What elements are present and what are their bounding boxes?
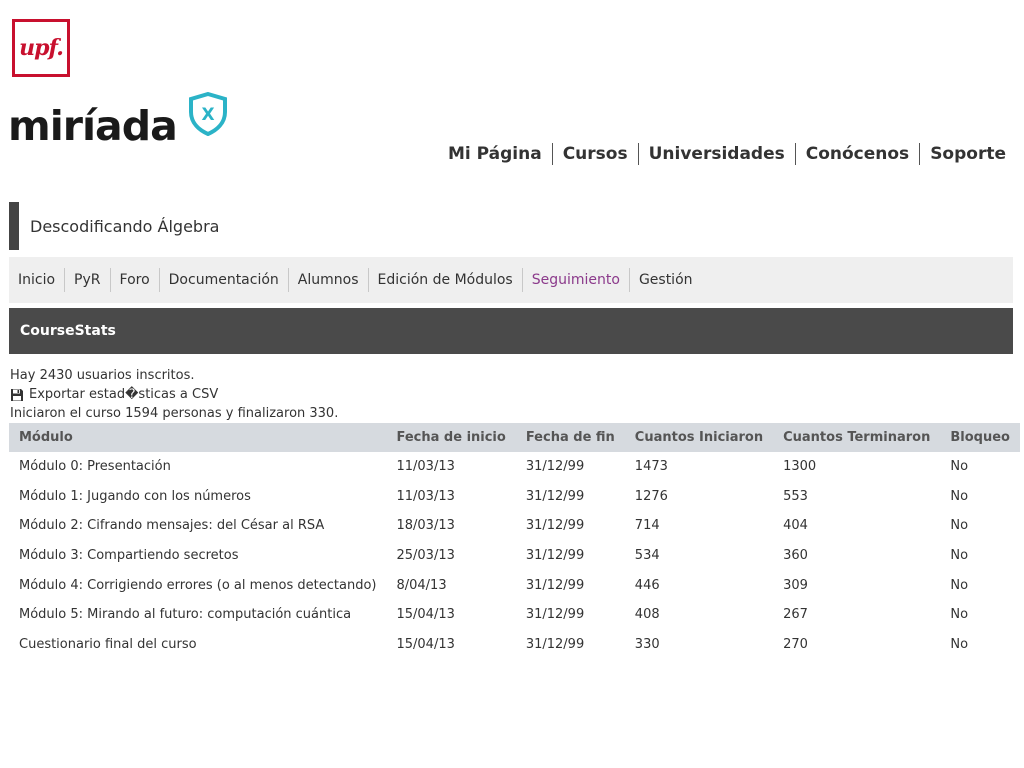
column-header-fecha-fin: Fecha de fin bbox=[515, 423, 625, 452]
cell-modulo: Módulo 1: Jugando con los números bbox=[19, 488, 251, 504]
table-row: Cuestionario final del curso 15/04/13 31… bbox=[9, 630, 1020, 660]
cell-fecha-fin: 31/12/99 bbox=[525, 459, 585, 475]
cell-fecha-fin: 31/12/99 bbox=[525, 607, 585, 623]
tab-foro[interactable]: Foro bbox=[111, 272, 159, 288]
module-stats-table: Módulo Fecha de inicio Fecha de fin Cuan… bbox=[9, 423, 1020, 659]
main-nav: Mi Página Cursos Universidades Conócenos… bbox=[438, 143, 1006, 165]
course-title: Descodificando Álgebra bbox=[9, 202, 219, 250]
table-row: Módulo 3: Compartiendo secretos 25/03/13… bbox=[9, 541, 1020, 571]
export-csv-link[interactable]: Exportar estad�sticas a CSV bbox=[29, 385, 218, 404]
cell-fecha-inicio: 25/03/13 bbox=[396, 548, 455, 564]
cell-fecha-fin: 31/12/99 bbox=[525, 636, 585, 652]
cell-modulo: Módulo 4: Corrigiendo errores (o al meno… bbox=[19, 577, 377, 593]
cell-iniciaron: 1473 bbox=[634, 459, 668, 475]
column-header-modulo: Módulo bbox=[9, 423, 387, 452]
cell-modulo: Módulo 5: Mirando al futuro: computación… bbox=[19, 607, 352, 623]
table-row: Módulo 4: Corrigiendo errores (o al meno… bbox=[9, 570, 1020, 600]
cell-fecha-inicio: 15/04/13 bbox=[396, 636, 455, 652]
cell-fecha-inicio: 15/04/13 bbox=[396, 607, 455, 623]
section-title: CourseStats bbox=[20, 323, 116, 339]
enrolled-count-text: Hay 2430 usuarios inscritos. bbox=[10, 368, 195, 383]
cell-bloqueo: No bbox=[950, 488, 969, 504]
tab-alumnos[interactable]: Alumnos bbox=[289, 272, 368, 288]
cell-fecha-fin: 31/12/99 bbox=[525, 577, 585, 593]
cell-bloqueo: No bbox=[950, 459, 969, 475]
course-sub-nav: Inicio PyR Foro Documentación Alumnos Ed… bbox=[9, 257, 1013, 303]
cell-fecha-fin: 31/12/99 bbox=[525, 518, 585, 534]
cell-terminaron: 404 bbox=[783, 518, 808, 534]
cell-bloqueo: No bbox=[950, 636, 969, 652]
cell-fecha-inicio: 11/03/13 bbox=[396, 459, 455, 475]
cell-fecha-inicio: 18/03/13 bbox=[396, 518, 455, 534]
shield-badge-label: X bbox=[201, 105, 214, 125]
cell-fecha-inicio: 11/03/13 bbox=[396, 488, 455, 504]
column-header-cuantos-iniciaron: Cuantos Iniciaron bbox=[624, 423, 774, 452]
table-row: Módulo 2: Cifrando mensajes: del César a… bbox=[9, 511, 1020, 541]
cell-bloqueo: No bbox=[950, 577, 969, 593]
cell-bloqueo: No bbox=[950, 518, 969, 534]
cell-terminaron: 270 bbox=[783, 636, 808, 652]
completion-summary-text: Iniciaron el curso 1594 personas y final… bbox=[10, 406, 339, 421]
export-csv-row: Exportar estad�sticas a CSV bbox=[10, 385, 338, 404]
cell-modulo: Módulo 3: Compartiendo secretos bbox=[19, 548, 239, 564]
table-header-row: Módulo Fecha de inicio Fecha de fin Cuan… bbox=[9, 423, 1020, 452]
miriada-wordmark: miríada bbox=[8, 102, 178, 150]
tab-documentacion[interactable]: Documentación bbox=[160, 272, 288, 288]
cell-iniciaron: 408 bbox=[634, 607, 660, 623]
tab-inicio[interactable]: Inicio bbox=[9, 272, 64, 288]
floppy-disk-icon bbox=[11, 388, 23, 401]
course-stats-info: Hay 2430 usuarios inscritos. Exportar es… bbox=[10, 366, 338, 423]
cell-iniciaron: 714 bbox=[634, 518, 660, 534]
upf-logo-text: upf. bbox=[19, 35, 64, 61]
table-row: Módulo 0: Presentación 11/03/13 31/12/99… bbox=[9, 452, 1020, 482]
shield-x-icon: X bbox=[189, 92, 227, 136]
cell-terminaron: 309 bbox=[783, 577, 808, 593]
column-header-fecha-inicio: Fecha de inicio bbox=[386, 423, 516, 452]
cell-fecha-fin: 31/12/99 bbox=[525, 548, 585, 564]
cell-modulo: Cuestionario final del curso bbox=[19, 636, 197, 652]
cell-iniciaron: 1276 bbox=[634, 488, 668, 504]
column-header-cuantos-terminaron: Cuantos Terminaron bbox=[773, 423, 941, 452]
cell-terminaron: 360 bbox=[783, 548, 808, 564]
course-title-text: Descodificando Álgebra bbox=[30, 216, 220, 236]
cell-fecha-fin: 31/12/99 bbox=[525, 488, 585, 504]
cell-bloqueo: No bbox=[950, 607, 969, 623]
cell-terminaron: 553 bbox=[783, 488, 808, 504]
tab-gestion[interactable]: Gestión bbox=[630, 272, 702, 288]
cell-modulo: Módulo 2: Cifrando mensajes: del César a… bbox=[19, 518, 325, 534]
cell-iniciaron: 330 bbox=[634, 636, 660, 652]
cell-iniciaron: 534 bbox=[634, 548, 660, 564]
tab-edicion-de-modulos[interactable]: Edición de Módulos bbox=[369, 272, 522, 288]
main-nav-mi-pagina[interactable]: Mi Página bbox=[438, 144, 552, 164]
column-header-bloqueo: Bloqueo bbox=[940, 423, 1020, 452]
cell-fecha-inicio: 8/04/13 bbox=[396, 577, 447, 593]
tab-pyr[interactable]: PyR bbox=[65, 272, 109, 288]
cell-terminaron: 267 bbox=[783, 607, 808, 623]
tab-seguimiento[interactable]: Seguimiento bbox=[523, 272, 629, 288]
cell-terminaron: 1300 bbox=[783, 459, 817, 475]
section-header: CourseStats bbox=[9, 308, 1013, 354]
cell-modulo: Módulo 0: Presentación bbox=[19, 459, 171, 475]
main-nav-conocenos[interactable]: Conócenos bbox=[796, 144, 919, 164]
main-nav-soporte[interactable]: Soporte bbox=[920, 144, 1006, 164]
table-row: Módulo 1: Jugando con los números 11/03/… bbox=[9, 482, 1020, 512]
cell-bloqueo: No bbox=[950, 548, 969, 564]
upf-logo[interactable]: upf. bbox=[12, 19, 70, 77]
main-nav-cursos[interactable]: Cursos bbox=[553, 144, 638, 164]
table-row: Módulo 5: Mirando al futuro: computación… bbox=[9, 600, 1020, 630]
cell-iniciaron: 446 bbox=[634, 577, 660, 593]
main-nav-universidades[interactable]: Universidades bbox=[639, 144, 795, 164]
